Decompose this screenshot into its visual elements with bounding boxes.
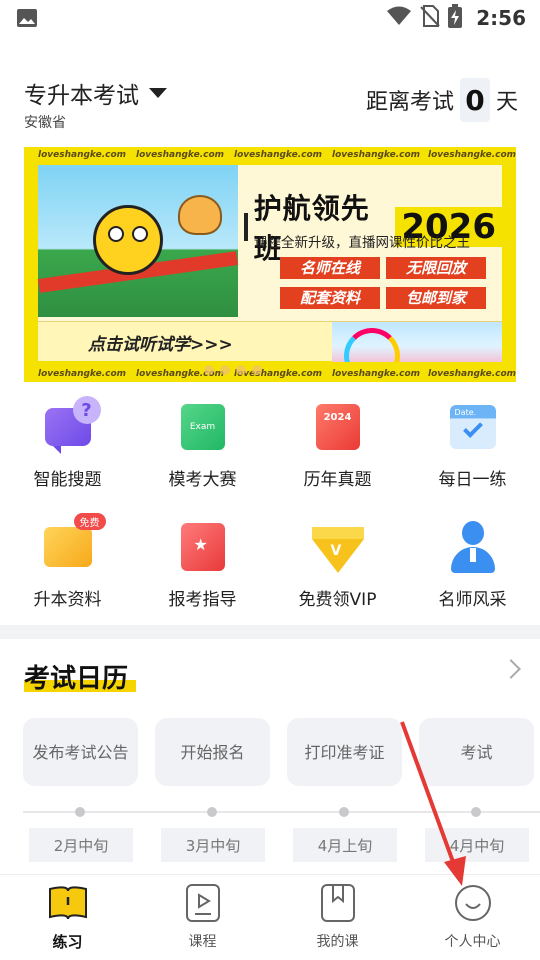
banner-tag: 配套资料 bbox=[280, 287, 380, 309]
wifi-icon bbox=[386, 6, 412, 30]
banner-subtitle: 课程全新升级，直播网课性价比之王 bbox=[254, 235, 470, 251]
daily-practice-icon: Date. bbox=[445, 399, 501, 455]
past-papers-icon: 2024 bbox=[310, 399, 366, 455]
exam-type-selector[interactable]: 专升本考试 bbox=[24, 76, 167, 110]
menu-label: 名师风采 bbox=[438, 590, 507, 610]
exam-guide-icon bbox=[175, 519, 231, 575]
mascot-illustration bbox=[38, 165, 238, 317]
calendar-step[interactable]: 考试 4月中旬 bbox=[419, 718, 534, 868]
free-badge: 免费 bbox=[73, 513, 106, 530]
watermark: loveshangke.com bbox=[136, 150, 225, 160]
rainbow-illustration bbox=[332, 322, 502, 362]
nav-my-course[interactable]: 我的课 bbox=[270, 875, 405, 960]
mock-exam-icon: Exam bbox=[175, 399, 231, 455]
banner-tag: 无限回放 bbox=[386, 257, 486, 279]
feature-grid: ? 智能搜题 Exam 模考大赛 2024 历年真题 Date. 每日一练 免费… bbox=[0, 395, 540, 635]
countdown-days: 0 bbox=[459, 78, 490, 122]
section-divider bbox=[0, 625, 540, 639]
calendar-title: 考试日历 bbox=[24, 664, 129, 694]
calendar-step[interactable]: 打印准考证 4月上旬 bbox=[287, 718, 402, 868]
battery-charging-icon bbox=[448, 4, 463, 32]
step-date: 4月上旬 bbox=[293, 828, 397, 862]
exam-title: 专升本考试 bbox=[24, 83, 139, 109]
menu-past-papers[interactable]: 2024 历年真题 bbox=[270, 395, 405, 515]
vip-diamond-icon: V bbox=[310, 519, 366, 575]
province-label: 安徽省 bbox=[24, 115, 66, 131]
banner-trial-strip: 点击试听试学>>> bbox=[38, 321, 502, 362]
calendar-header: 考试日历 bbox=[24, 658, 524, 698]
menu-free-vip[interactable]: V 免费领VIP bbox=[270, 515, 405, 635]
watermark: loveshangke.com bbox=[38, 369, 127, 379]
menu-smart-search[interactable]: ? 智能搜题 bbox=[0, 395, 135, 515]
banner-text-block: 护航领先班 2026 课程全新升级，直播网课性价比之王 名师在线 无限回放 配套… bbox=[244, 165, 502, 317]
calendar-step[interactable]: 发布考试公告 2月中旬 bbox=[23, 718, 138, 868]
countdown-label: 距离考试 bbox=[365, 90, 454, 115]
course-play-icon bbox=[183, 883, 223, 923]
trial-link-text: 点击试听试学>>> bbox=[88, 335, 233, 355]
menu-label: 升本资料 bbox=[33, 590, 102, 610]
watermark: loveshangke.com bbox=[332, 150, 421, 160]
step-name: 考试 bbox=[419, 718, 534, 786]
banner-content: 护航领先班 2026 课程全新升级，直播网课性价比之王 名师在线 无限回放 配套… bbox=[38, 165, 502, 362]
exam-countdown: 距离考试 0 天 bbox=[366, 78, 518, 122]
teacher-icon bbox=[445, 519, 501, 575]
menu-teachers[interactable]: 名师风采 bbox=[405, 515, 540, 635]
smart-search-icon: ? bbox=[40, 396, 101, 455]
step-date: 2月中旬 bbox=[29, 828, 133, 862]
nav-course[interactable]: 课程 bbox=[135, 875, 270, 960]
caret-down-icon bbox=[149, 88, 167, 98]
watermark: loveshangke.com bbox=[428, 369, 516, 379]
exam-calendar-timeline: 发布考试公告 2月中旬 开始报名 3月中旬 打印准考证 4月上旬 考试 4月中旬 bbox=[23, 718, 540, 868]
nav-label: 个人中心 bbox=[444, 934, 501, 950]
image-notification-icon bbox=[16, 8, 38, 28]
menu-daily-practice[interactable]: Date. 每日一练 bbox=[405, 395, 540, 515]
nav-label: 我的课 bbox=[316, 934, 359, 950]
watermark: loveshangke.com bbox=[38, 150, 127, 160]
menu-exam-guide[interactable]: 报考指导 bbox=[135, 515, 270, 635]
menu-mock-exam[interactable]: Exam 模考大赛 bbox=[135, 395, 270, 515]
menu-label: 历年真题 bbox=[303, 470, 372, 490]
menu-label: 模考大赛 bbox=[168, 470, 237, 490]
materials-folder-icon: 免费 bbox=[40, 513, 106, 575]
banner-tag: 名师在线 bbox=[280, 257, 380, 279]
calendar-step[interactable]: 开始报名 3月中旬 bbox=[155, 718, 270, 868]
banner-tag: 包邮到家 bbox=[386, 287, 486, 309]
nav-label: 练习 bbox=[52, 933, 83, 951]
bottom-nav: 练习 课程 我的课 个人中心 bbox=[0, 874, 540, 960]
nav-label: 课程 bbox=[188, 934, 217, 950]
menu-label: 智能搜题 bbox=[33, 470, 102, 490]
carousel-indicator bbox=[204, 365, 262, 375]
step-date: 4月中旬 bbox=[425, 828, 529, 862]
nav-practice[interactable]: 练习 bbox=[0, 875, 135, 960]
step-name: 发布考试公告 bbox=[23, 718, 138, 786]
watermark: loveshangke.com bbox=[428, 150, 516, 160]
no-sim-icon bbox=[420, 5, 440, 31]
menu-label: 每日一练 bbox=[438, 470, 507, 490]
banner-title: 护航领先班 2026 bbox=[244, 187, 502, 267]
nav-profile[interactable]: 个人中心 bbox=[405, 875, 540, 960]
step-name: 打印准考证 bbox=[287, 718, 402, 786]
step-date: 3月中旬 bbox=[161, 828, 265, 862]
profile-smile-icon bbox=[453, 883, 493, 923]
header: 专升本考试 安徽省 距离考试 0 天 bbox=[0, 70, 540, 140]
watermark: loveshangke.com bbox=[234, 150, 323, 160]
menu-materials[interactable]: 免费 升本资料 bbox=[0, 513, 135, 635]
banner-tags: 名师在线 无限回放 配套资料 包邮到家 bbox=[280, 257, 486, 309]
watermark: loveshangke.com bbox=[332, 369, 421, 379]
countdown-unit: 天 bbox=[495, 90, 518, 115]
banner-title-text: 护航领先班 bbox=[253, 192, 370, 265]
menu-label: 免费领VIP bbox=[298, 590, 377, 610]
status-time: 2:56 bbox=[476, 6, 526, 30]
status-bar: 2:56 bbox=[0, 0, 540, 36]
my-course-bookmark-icon bbox=[318, 883, 358, 923]
promo-banner[interactable]: loveshangke.com loveshangke.com loveshan… bbox=[24, 147, 516, 382]
step-name: 开始报名 bbox=[155, 718, 270, 786]
menu-label: 报考指导 bbox=[168, 590, 237, 610]
practice-book-icon bbox=[48, 883, 88, 923]
